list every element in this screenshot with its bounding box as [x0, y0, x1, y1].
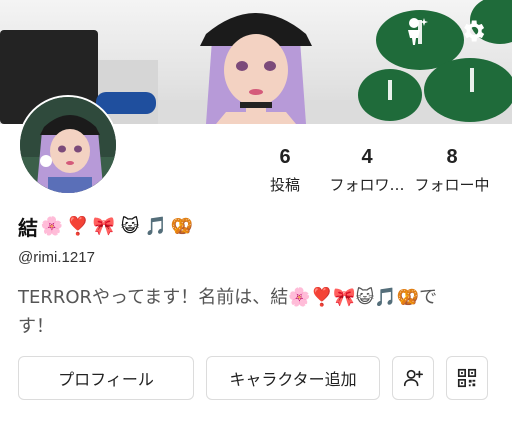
- profile-stats: 6 投稿 4 フォロワ… 8 フォロー中: [246, 146, 502, 195]
- stat-followers[interactable]: 4 フォロワ…: [324, 146, 410, 195]
- pretzel-emoji: 🥨: [170, 216, 194, 237]
- cat-emoji: 😺: [120, 216, 140, 237]
- profile-name: 結 🌸 ❣️ 🎀 😺 🎵 🥨: [18, 212, 194, 241]
- add-friend-button[interactable]: [392, 356, 434, 400]
- gear-icon: [464, 20, 485, 42]
- profile-button[interactable]: プロフィール: [18, 356, 194, 400]
- stat-following[interactable]: 8 フォロー中: [410, 146, 494, 195]
- stat-followers-count: 4: [361, 146, 373, 168]
- ribbon-emoji: 🎀: [92, 216, 116, 237]
- profile-bio-line-2: す！: [18, 316, 54, 337]
- profile-bio: TERRORやってます！名前は、結🌸❣️🎀😺🎵🥨で す！: [18, 283, 488, 341]
- cherry-blossom-emoji: 🌸: [40, 216, 64, 237]
- music-notes-emoji: 🎵: [144, 216, 168, 237]
- avatar-action-button[interactable]: [398, 14, 432, 48]
- stat-posts[interactable]: 6 投稿: [246, 146, 324, 195]
- stat-posts-count: 6: [279, 146, 291, 168]
- add-character-button[interactable]: キャラクター追加: [206, 356, 380, 400]
- qr-code-button[interactable]: [446, 356, 488, 400]
- add-person-icon: [403, 369, 423, 387]
- avatar-image: [20, 97, 116, 193]
- person-sparkle-icon: [408, 18, 428, 45]
- stat-posts-label: 投稿: [269, 176, 300, 194]
- profile-name-text: 結: [18, 216, 38, 240]
- stat-followers-label: フォロワ…: [329, 176, 405, 194]
- profile-handle: @rimi.1217: [18, 249, 95, 266]
- profile-avatar[interactable]: [18, 95, 118, 195]
- qr-code-icon: [457, 368, 477, 388]
- heart-exclamation-emoji: ❣️: [66, 216, 90, 237]
- settings-button[interactable]: [456, 14, 490, 48]
- stat-following-count: 8: [446, 146, 458, 168]
- profile-bio-line-1: TERRORやってます！名前は、結🌸❣️🎀😺🎵🥨で: [18, 287, 438, 308]
- stat-following-label: フォロー中: [414, 176, 490, 194]
